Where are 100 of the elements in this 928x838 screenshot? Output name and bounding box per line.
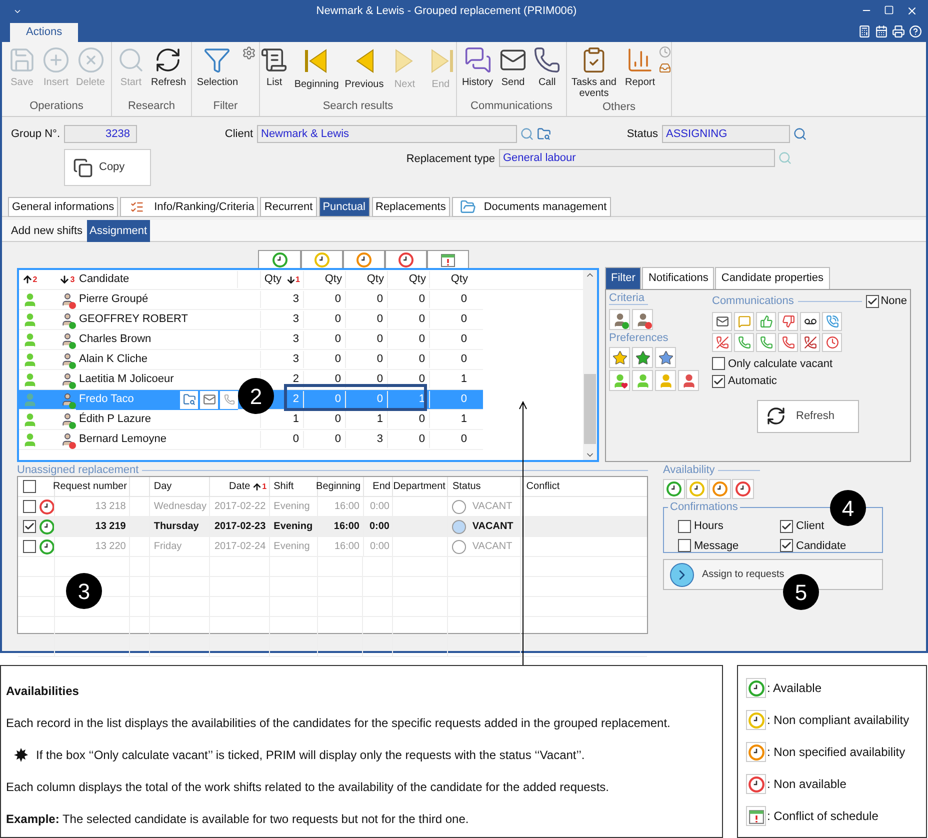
input-field[interactable]: 3238 [64,125,137,143]
column-header[interactable]: Qty [303,271,345,288]
checkbox[interactable] [678,520,691,533]
tab[interactable]: Info/Ranking/Criteria [120,197,258,217]
sort-indicator[interactable]: 2 [19,274,40,286]
checkbox[interactable] [780,520,793,533]
row-action-button[interactable] [200,390,218,408]
column-header[interactable]: Beginning [316,476,363,496]
candidate-row[interactable]: Bernard Lemoyne 0 0 3 0 0 [19,430,483,450]
ribbon-button[interactable]: List [258,46,290,98]
ribbon-button[interactable]: Beginning [292,46,341,98]
table-cell-text: 13 218 [95,500,126,514]
refresh-button[interactable]: Refresh [757,400,859,432]
checkbox-option[interactable]: Only calculate vacant [712,356,907,372]
ribbon-button[interactable]: Previous [342,46,386,98]
person-filter-button[interactable] [678,370,699,391]
phone-icon [738,336,750,348]
inbox-icon[interactable] [659,62,671,74]
star-filter-button[interactable] [655,347,676,368]
maximize-icon[interactable] [884,5,894,15]
tab[interactable]: Candidate properties [715,267,830,289]
ribbon-button[interactable]: Report [622,46,657,99]
checkbox-option[interactable]: Hours [678,518,780,534]
column-header[interactable]: Status [447,476,520,496]
column-header[interactable]: Department [392,476,448,496]
column-header[interactable]: Shift [268,476,317,496]
column-header[interactable]: Date 1 [208,476,269,496]
column-header[interactable]: Qty [387,271,429,288]
sub-tab[interactable]: Assignment [86,220,150,242]
checkbox[interactable] [23,520,36,533]
criteria-filter-button[interactable] [632,309,653,330]
ribbon-button[interactable]: Selection [194,46,240,98]
scrollbar[interactable] [583,270,597,460]
checkbox[interactable] [23,480,36,493]
checkbox-option[interactable]: None [866,293,907,310]
close-icon[interactable] [906,5,918,17]
ribbon-button[interactable]: History [460,46,496,98]
column-header[interactable]: End [362,476,392,496]
ribbon-button[interactable]: Tasks and events [567,46,621,99]
input-field[interactable]: Newmark & Lewis [257,125,517,143]
communication-filter-button[interactable] [712,312,732,330]
candidate-row[interactable]: Charles Brown 3 0 0 0 0 [19,330,483,350]
checkbox[interactable] [712,357,725,370]
checkbox[interactable] [780,539,793,552]
person-filter-button[interactable] [609,370,630,391]
star-filter-button[interactable] [632,347,653,368]
star-filter-button[interactable] [609,347,630,368]
column-header[interactable]: Qty [345,271,387,288]
tab[interactable]: Recurrent [260,197,317,217]
folder-search-icon[interactable] [537,127,551,141]
checkbox[interactable] [23,540,36,553]
ribbon-button[interactable]: Send [497,46,530,98]
tab[interactable]: Replacements [372,197,450,217]
input-field[interactable]: General labour [499,149,775,167]
criteria-filter-button[interactable] [609,309,630,330]
candidate-row[interactable]: Édith P Lazure 1 0 1 0 1 [19,410,483,430]
checkbox[interactable] [712,374,725,388]
tab[interactable]: Notifications [642,267,714,289]
column-header[interactable]: Candidate [76,271,238,288]
tab[interactable]: Punctual [318,197,370,217]
request-row[interactable]: 13 219 Thursday 2017-02-23 Evening 16:00 0:00 VACANT [18,517,647,537]
column-header[interactable]: Conflict [520,476,647,496]
x-circle-icon [76,46,104,74]
column-header[interactable]: Request number [54,476,129,496]
row-action-button[interactable] [180,390,198,408]
gear-icon[interactable] [242,46,256,60]
candidate-name: Laetitia M Jolicoeur [78,372,174,388]
table-cell-text: 16:00 [334,520,360,534]
ribbon-button[interactable]: Refresh [148,46,188,98]
candidate-row[interactable]: Alain K Cliche 3 0 0 0 0 [19,350,483,370]
checkbox-option[interactable]: Automatic [712,373,907,390]
row-action-button[interactable] [220,390,238,408]
column-header[interactable]: Qty [429,271,471,288]
sort-indicator[interactable]: 3 [58,274,76,286]
printer-icon[interactable] [892,25,905,38]
checkbox[interactable] [866,294,879,308]
input-field[interactable]: ASSIGNING [662,125,790,143]
ribbon-tab[interactable]: Actions [10,23,78,42]
column-header[interactable]: Qty 1 [260,271,303,288]
checkbox-option[interactable]: Message [678,538,780,554]
table-cell: 3 [260,331,303,348]
sub-tab[interactable]: Add new shifts [8,220,86,242]
checkbox-option[interactable]: Candidate [780,538,882,554]
tab[interactable]: Documents management [452,197,611,217]
calendar-icon[interactable] [875,25,888,38]
search-icon[interactable] [793,127,807,141]
checkbox[interactable] [23,500,36,513]
candidate-row[interactable]: Pierre Groupé 3 0 0 0 0 [19,290,483,310]
column-header[interactable]: Day [148,476,209,496]
calculator-icon[interactable] [858,25,871,38]
search-icon[interactable] [520,127,534,141]
help-icon[interactable] [909,25,922,38]
communication-filter-button[interactable] [800,312,820,330]
tab[interactable]: Filter [605,267,642,289]
ribbon-button[interactable]: Call [531,46,564,98]
copy-button[interactable]: Copy [64,149,151,186]
tab[interactable]: General informations [8,197,118,217]
checkbox[interactable] [678,539,691,552]
candidate-row[interactable]: GEOFFREY ROBERT 3 0 0 0 0 [19,310,483,330]
legend-label: : Conflict of schedule [767,808,878,825]
